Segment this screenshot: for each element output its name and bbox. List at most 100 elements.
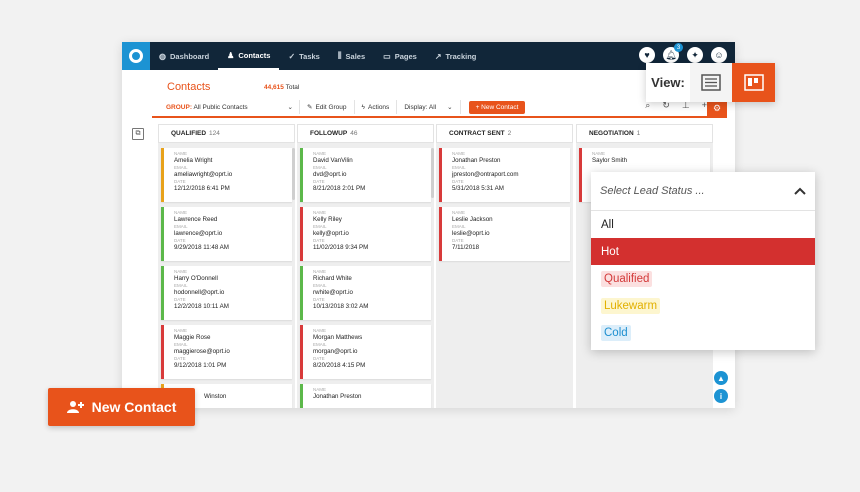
page-icon: ▭ (383, 51, 391, 61)
contact-email: rwhite@oprt.io (313, 289, 353, 296)
column-header: FOLLOWUP 46 (297, 124, 434, 143)
new-contact-button[interactable]: New Contact (48, 388, 195, 426)
contact-email: dvd@oprt.io (313, 171, 347, 178)
contact-name: Jonathan Preston (313, 393, 362, 400)
option-lukewarm[interactable]: Lukewarm (591, 292, 815, 319)
info-icon[interactable]: i (714, 389, 728, 403)
option-qualified[interactable]: Qualified (591, 265, 815, 292)
contact-email: lawrence@oprt.io (174, 230, 223, 237)
view-label: View: (646, 63, 690, 102)
contact-email: hodonnell@oprt.io (174, 289, 225, 296)
ontraport-logo[interactable] (122, 42, 150, 70)
contact-date: 5/31/2018 5:31 AM (452, 185, 504, 192)
nav-label: Pages (394, 51, 417, 61)
column-title: QUALIFIED (171, 130, 207, 137)
avatar[interactable]: ☺ (711, 47, 727, 63)
heart-icon[interactable]: ♥ (639, 47, 655, 63)
contact-card[interactable]: NAME Jonathan Preston (300, 384, 431, 408)
lead-status-dropdown[interactable]: Select Lead Status ... All Hot Qualified… (591, 172, 815, 350)
contact-date: 7/11/2018 (452, 244, 480, 251)
contact-card[interactable]: NAME Richard White EMAIL rwhite@oprt.io DA… (300, 266, 431, 320)
contact-date: 11/02/2018 9:34 PM (313, 244, 369, 251)
group-selector[interactable]: GROUP: All Public Contacts ⌄ (152, 100, 300, 114)
contact-card[interactable]: NAME Amelia Wright EMAIL ameliawright@oprt… (161, 148, 292, 202)
copy-icon[interactable]: ⧉ (132, 128, 144, 140)
nav-item-tracking[interactable]: ↗ Tracking (426, 42, 486, 70)
contact-email: leslie@oprt.io (452, 230, 490, 237)
contact-name: Jonathan Preston (452, 157, 501, 164)
option-label: Cold (601, 324, 631, 341)
person-icon: ♟ (227, 50, 235, 60)
column-count: 1 (636, 130, 641, 137)
contact-name: Harry O'Donnell (174, 275, 218, 282)
bars-icon: ⫼ (337, 51, 342, 60)
contact-email: jpreston@ontraport.com (452, 171, 519, 178)
contact-name: Lawrence Reed (174, 216, 218, 223)
contact-name: Amelia Wright (174, 157, 213, 164)
lead-status-placeholder: Select Lead Status ... (600, 185, 705, 197)
option-hot[interactable]: Hot (591, 238, 815, 265)
contact-date: 8/21/2018 2:01 PM (313, 185, 366, 192)
option-label: Hot (601, 245, 619, 258)
contact-card[interactable]: NAME Morgan Matthews EMAIL morgan@oprt.io … (300, 325, 431, 379)
group-value: All Public Contacts (193, 103, 248, 111)
option-all[interactable]: All (591, 211, 815, 238)
contact-date: 8/20/2018 4:15 PM (313, 362, 366, 369)
board-view-button[interactable] (732, 63, 775, 102)
contact-card[interactable]: NAME Jonathan Preston EMAIL jpreston@ontra… (439, 148, 570, 202)
total-number: 44,615 (264, 84, 284, 91)
column-title: FOLLOWUP (310, 130, 348, 137)
nav-label: Dashboard (169, 51, 210, 61)
lead-status-select[interactable]: Select Lead Status ... (591, 172, 815, 211)
option-label: All (601, 218, 614, 231)
option-cold[interactable]: Cold (591, 319, 815, 346)
contact-card[interactable]: NAME Kelly Riley EMAIL kelly@oprt.io DATE 1… (300, 207, 431, 261)
graduation-cap-icon[interactable]: ▲ (714, 371, 728, 385)
nav-item-dashboard[interactable]: ◍ Dashboard (150, 42, 218, 70)
new-contact-button-small[interactable]: + New Contact (468, 100, 526, 114)
list-view-button[interactable] (690, 63, 732, 102)
contact-email: kelly@oprt.io (313, 230, 349, 237)
chevron-down-icon: ⌄ (447, 104, 453, 111)
contact-card[interactable]: NAME Leslie Jackson EMAIL leslie@oprt.io D… (439, 207, 570, 261)
nav-label: Tasks (299, 51, 320, 61)
contact-card[interactable]: NAME Harry O'Donnell EMAIL hodonnell@oprt.… (161, 266, 292, 320)
bell-icon[interactable]: 🔔︎ 3 (663, 43, 683, 63)
contact-name: Maggie Rose (174, 334, 211, 341)
scrollbar[interactable] (292, 148, 295, 200)
contact-email: maggierose@oprt.io (174, 348, 230, 355)
option-label: Qualified (601, 270, 653, 287)
trend-icon: ↗ (434, 51, 442, 61)
edit-group-label: Edit Group (315, 103, 347, 111)
logo-ring-icon (129, 49, 143, 63)
contact-name: Morgan Matthews (313, 334, 363, 341)
contact-card[interactable]: NAME David VanVilin EMAIL dvd@oprt.io DATE… (300, 148, 431, 202)
actions-button[interactable]: ϟ Actions (355, 100, 398, 114)
nav-item-tasks[interactable]: ✓ Tasks (279, 42, 328, 70)
nav-item-pages[interactable]: ▭ Pages (374, 42, 426, 70)
contact-card[interactable]: NAME Maggie Rose EMAIL maggierose@oprt.io … (161, 325, 292, 379)
column-header: QUALIFIED 124 (158, 124, 295, 143)
display-selector[interactable]: Display: All ⌄ (397, 100, 461, 114)
view-switcher: View: (646, 63, 775, 102)
column-count: 2 (507, 130, 512, 137)
column-count: 124 (209, 130, 220, 137)
contact-name: Kelly Riley (313, 216, 342, 223)
lightning-icon: ϟ (361, 103, 365, 111)
contact-card[interactable]: NAME Lawrence Reed EMAIL lawrence@oprt.io … (161, 207, 292, 261)
contacts-toolbar: GROUP: All Public Contacts ⌄ ✎ Edit Group… (152, 98, 727, 118)
canvas: ◍ Dashboard ♟ Contacts ✓ Tasks ⫼ Sales ▭ Page… (0, 0, 860, 492)
nav-utility-icons: ♥ 🔔︎ 3 ✦ ☺ (639, 43, 727, 63)
nav-item-contacts[interactable]: ♟ Contacts (218, 42, 280, 70)
dashboard-icon: ◍ (159, 51, 166, 61)
pin-icon[interactable]: ✦ (687, 47, 703, 63)
column-header: NEGOTIATION 1 (576, 124, 713, 143)
nav-item-sales[interactable]: ⫼ Sales (329, 42, 374, 70)
column-qualified: QUALIFIED 124 NAME Amelia Wright EMAIL amel… (158, 124, 295, 408)
new-contact-label: New Contact (91, 399, 177, 415)
edit-group-button[interactable]: ✎ Edit Group (300, 100, 355, 114)
pencil-icon: ✎ (307, 104, 313, 111)
column-title: NEGOTIATION (589, 130, 634, 137)
scrollbar[interactable] (431, 148, 434, 198)
list-view-icon (701, 74, 721, 91)
